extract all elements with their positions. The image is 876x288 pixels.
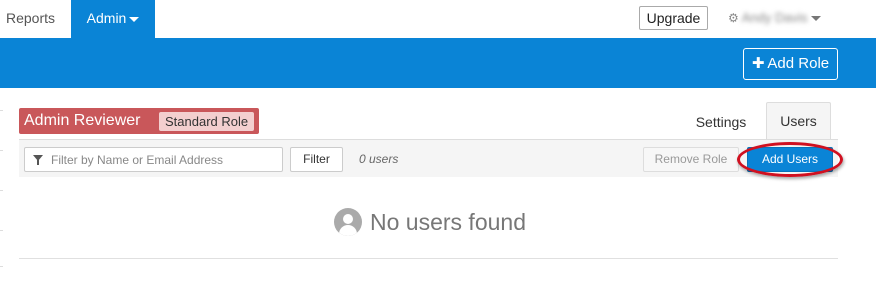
top-nav: Reports Admin Upgrade ⚙ Andy Davis — [0, 0, 876, 38]
tick-mark — [0, 266, 3, 267]
user-avatar-icon — [334, 208, 362, 236]
role-type-badge: Standard Role — [159, 112, 255, 131]
filter-field[interactable] — [24, 147, 283, 172]
gear-icon: ⚙ — [728, 11, 739, 25]
add-role-button[interactable]: ✚ Add Role — [743, 48, 838, 80]
tick-mark — [0, 150, 3, 151]
users-toolbar: Filter 0 users Remove Role Add Users — [19, 139, 843, 177]
plus-icon: ✚ — [751, 55, 765, 72]
tick-mark — [0, 110, 3, 111]
remove-role-button[interactable]: Remove Role — [643, 147, 739, 172]
tick-mark — [0, 230, 3, 231]
page-header-band: ✚ Add Role — [0, 38, 876, 88]
user-name: Andy Davis — [741, 10, 808, 25]
filter-button[interactable]: Filter — [290, 147, 343, 172]
filter-icon — [33, 155, 43, 165]
tick-mark — [0, 190, 3, 191]
chevron-down-icon — [810, 16, 821, 22]
role-name: Admin Reviewer — [24, 112, 141, 129]
tab-users[interactable]: Users — [766, 102, 831, 139]
empty-state-message: No users found — [370, 209, 526, 235]
add-role-label: Add Role — [767, 55, 830, 72]
nav-admin-label: Admin — [86, 10, 127, 26]
role-title: Admin Reviewer Standard Role — [19, 108, 259, 134]
add-users-button[interactable]: Add Users — [747, 147, 833, 172]
user-menu[interactable]: ⚙ Andy Davis — [728, 8, 821, 30]
filter-input[interactable] — [51, 150, 279, 169]
divider — [19, 258, 838, 259]
nav-admin[interactable]: Admin — [71, 0, 155, 38]
tab-settings[interactable]: Settings — [683, 108, 759, 138]
chevron-down-icon — [129, 16, 140, 22]
user-count: 0 users — [359, 152, 399, 166]
upgrade-button[interactable]: Upgrade — [639, 6, 708, 30]
nav-reports[interactable]: Reports — [6, 0, 55, 38]
left-edge-ticks — [0, 110, 4, 270]
